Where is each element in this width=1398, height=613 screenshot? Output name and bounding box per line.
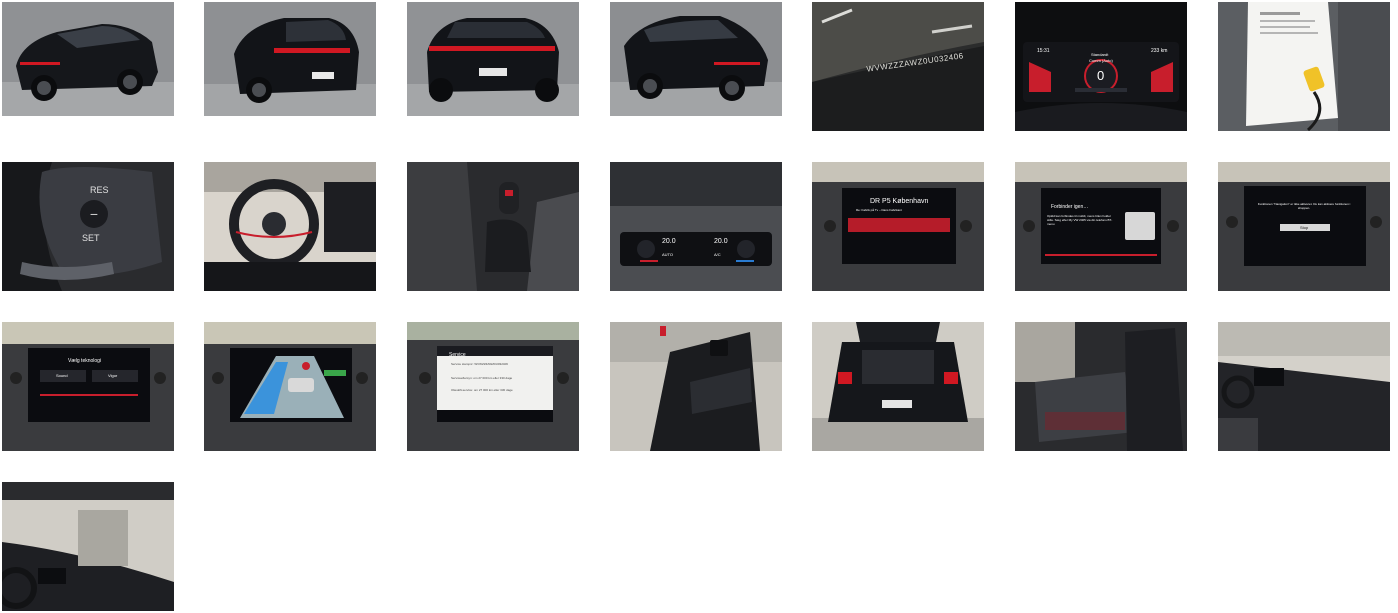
photo-thumbnail[interactable]: − RES SET xyxy=(2,162,174,291)
climate-control-photo xyxy=(610,162,782,291)
service-document-photo xyxy=(1218,2,1390,131)
car-rear-photo xyxy=(407,2,579,116)
photo-thumbnail[interactable] xyxy=(407,162,579,291)
photo-gallery: WVWZZZAWZ0U032406 15:31 233 km Standardt… xyxy=(0,0,1398,613)
temp-right: 20.0 xyxy=(714,238,728,245)
driver-door-photo xyxy=(610,322,782,451)
car-rear-left-photo xyxy=(204,2,376,116)
photo-thumbnail[interactable]: 20.0 20.0 AUTO A/C xyxy=(610,162,782,291)
menu-left-option: Sound xyxy=(56,373,68,378)
photo-thumbnail[interactable]: Forbinder igen… Opkld kan forbindes til … xyxy=(1015,162,1187,291)
photo-thumbnail[interactable]: Service Service stampnr: WVWZZZAWZ0U0324… xyxy=(407,322,579,451)
cluster-speed: 0 xyxy=(1097,68,1105,83)
photo-thumbnail[interactable] xyxy=(610,322,782,451)
steering-wheel-buttons-photo: − xyxy=(2,162,174,291)
menu-screen-photo xyxy=(2,322,174,451)
photo-thumbnail[interactable] xyxy=(1218,2,1390,131)
phone-body: Opkld kan forbindes til mobilt, mens bil… xyxy=(1047,214,1113,226)
cluster-mode: Standardt xyxy=(1091,52,1109,57)
service-screen-photo xyxy=(407,322,579,451)
service-line-2: Serviceeftersyn: om 27 000 km eller 330 … xyxy=(451,376,513,380)
svg-text:−: − xyxy=(90,206,98,222)
rear-seats-photo xyxy=(1015,322,1187,451)
photo-thumbnail[interactable]: DR P5 København Re: Fabrik på Tv – Dans … xyxy=(812,162,984,291)
navigation-stop-button: Stop xyxy=(1300,225,1309,230)
radio-subtitle: Re: Fabrik på Tv – Dans Fabrikant xyxy=(856,208,902,212)
photo-thumbnail[interactable] xyxy=(204,2,376,116)
cluster-time: 15:31 xyxy=(1037,48,1050,54)
service-line-1: Service stampnr: WVWZZZAWZ0U032406 xyxy=(451,362,508,366)
photo-thumbnail[interactable] xyxy=(2,482,174,611)
menu-right-option: Vigor xyxy=(108,373,118,378)
photo-thumbnail[interactable] xyxy=(812,322,984,451)
set-button-label: SET xyxy=(82,233,100,243)
open-trunk-photo xyxy=(812,322,984,451)
photo-thumbnail[interactable]: Vælg teknologi Sound Vigor xyxy=(2,322,174,451)
climate-mode-right: A/C xyxy=(714,252,721,257)
gear-shifter-photo xyxy=(407,162,579,291)
phone-screen-photo xyxy=(1015,162,1187,291)
car-front-left-photo xyxy=(2,2,174,116)
radio-screen-photo xyxy=(812,162,984,291)
dashboard-wide-photo xyxy=(2,482,174,611)
photo-thumbnail[interactable]: WVWZZZAWZ0U032406 xyxy=(812,2,984,131)
photo-thumbnail[interactable] xyxy=(204,322,376,451)
service-line-3: Olieskift-service: om 27 000 km eller 33… xyxy=(451,388,513,392)
photo-thumbnail[interactable] xyxy=(1218,322,1390,451)
photo-thumbnail[interactable] xyxy=(610,2,782,116)
res-button-label: RES xyxy=(90,185,109,195)
service-title: Service xyxy=(449,352,466,358)
car-front-right-photo xyxy=(610,2,782,116)
photo-thumbnail[interactable] xyxy=(2,2,174,116)
cluster-submode: Comm (Auto) xyxy=(1089,58,1113,63)
lane-assist-screen-photo xyxy=(204,322,376,451)
phone-heading: Forbinder igen… xyxy=(1051,204,1089,210)
photo-thumbnail[interactable]: 15:31 233 km Standardt Comm (Auto) 0 xyxy=(1015,2,1187,131)
navigation-message: Funktionen "Navigation" er ikke aktivere… xyxy=(1257,202,1351,210)
photo-thumbnail[interactable]: Funktionen "Navigation" er ikke aktivere… xyxy=(1218,162,1390,291)
temp-left: 20.0 xyxy=(662,238,676,245)
menu-heading: Vælg teknologi xyxy=(68,358,102,364)
climate-mode-left: AUTO xyxy=(662,252,674,257)
radio-station: DR P5 København xyxy=(870,198,929,205)
cockpit-photo xyxy=(204,162,376,291)
photo-thumbnail[interactable] xyxy=(407,2,579,116)
dashboard-passenger-side-photo xyxy=(1218,322,1390,451)
photo-thumbnail[interactable] xyxy=(1015,322,1187,451)
instrument-cluster-photo xyxy=(1015,2,1187,131)
photo-thumbnail[interactable] xyxy=(204,162,376,291)
cluster-range: 233 km xyxy=(1151,48,1168,54)
